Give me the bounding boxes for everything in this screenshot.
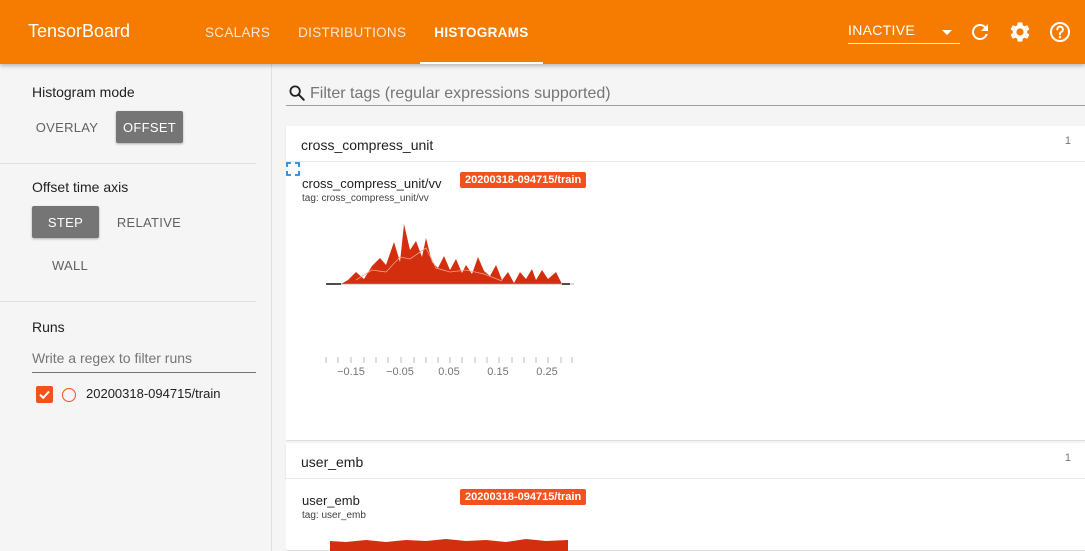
- app-title[interactable]: TensorBoard: [28, 21, 130, 42]
- tab-distributions[interactable]: DISTRIBUTIONS: [284, 0, 420, 64]
- histogram-shape: [330, 539, 568, 551]
- x-tick-label: 0.05: [438, 366, 459, 378]
- run-checkbox[interactable]: [36, 386, 53, 403]
- inactive-dashboards-select[interactable]: INACTIVE: [848, 22, 960, 44]
- category-header[interactable]: user_emb 1: [286, 443, 1085, 479]
- category-count: 1: [1064, 452, 1071, 464]
- histogram-card: cross_compress_unit/vv 20200318-094715/t…: [286, 162, 1085, 441]
- gear-icon[interactable]: [1008, 20, 1032, 44]
- histogram-shape: [341, 224, 562, 284]
- sidebar: Histogram mode OVERLAY OFFSET Offset tim…: [0, 64, 272, 551]
- histogram-chart: −0.15 −0.05 0.05 0.15 0.25: [325, 224, 574, 378]
- category-name: user_emb: [301, 454, 364, 470]
- histogram-card: user_emb 20200318-094715/train tag: user…: [286, 479, 1085, 551]
- main-content: Filter tags (regular expressions support…: [272, 64, 1085, 551]
- run-name-label: 20200318-094715/train: [86, 386, 221, 401]
- sidebar-divider: [0, 301, 256, 302]
- histogram-chart: [330, 539, 568, 551]
- checkmark-icon: [39, 390, 50, 400]
- tab-scalars[interactable]: SCALARS: [191, 0, 284, 64]
- tag-filter-input[interactable]: Filter tags (regular expressions support…: [310, 85, 611, 103]
- x-axis-ticks: [325, 357, 573, 363]
- offset-button[interactable]: OFFSET: [116, 111, 183, 143]
- top-app-bar: TensorBoard SCALARS DISTRIBUTIONS HISTOG…: [0, 0, 1085, 64]
- run-color-radio[interactable]: [62, 388, 76, 402]
- tag-filter-bar[interactable]: Filter tags (regular expressions support…: [286, 82, 1085, 106]
- inactive-select-value: INACTIVE: [848, 22, 915, 38]
- dashboard-tabs: SCALARS DISTRIBUTIONS HISTOGRAMS: [191, 0, 543, 64]
- category-header[interactable]: cross_compress_unit 1: [286, 126, 1085, 162]
- overlay-button[interactable]: OVERLAY: [30, 111, 104, 143]
- step-button[interactable]: STEP: [32, 206, 99, 238]
- tab-histograms[interactable]: HISTOGRAMS: [420, 0, 543, 64]
- wall-button[interactable]: WALL: [40, 249, 100, 281]
- x-tick-label: −0.15: [337, 366, 365, 378]
- run-filter-input[interactable]: Write a regex to filter runs: [32, 346, 256, 373]
- x-tick-label: −0.05: [386, 366, 414, 378]
- histogram-mode-title: Histogram mode: [32, 84, 135, 100]
- x-tick-label: 0.15: [487, 366, 508, 378]
- offset-time-axis-title: Offset time axis: [32, 179, 129, 195]
- search-icon: [289, 85, 305, 101]
- refresh-icon[interactable]: [968, 20, 992, 44]
- category-count: 1: [1064, 135, 1071, 147]
- category-name: cross_compress_unit: [301, 137, 434, 153]
- sidebar-divider: [0, 163, 256, 164]
- relative-button[interactable]: RELATIVE: [110, 206, 188, 238]
- fullscreen-icon[interactable]: [286, 162, 300, 176]
- caret-down-icon: [942, 30, 952, 35]
- help-icon[interactable]: [1048, 20, 1072, 44]
- runs-title: Runs: [32, 319, 65, 335]
- x-tick-label: 0.25: [536, 366, 557, 378]
